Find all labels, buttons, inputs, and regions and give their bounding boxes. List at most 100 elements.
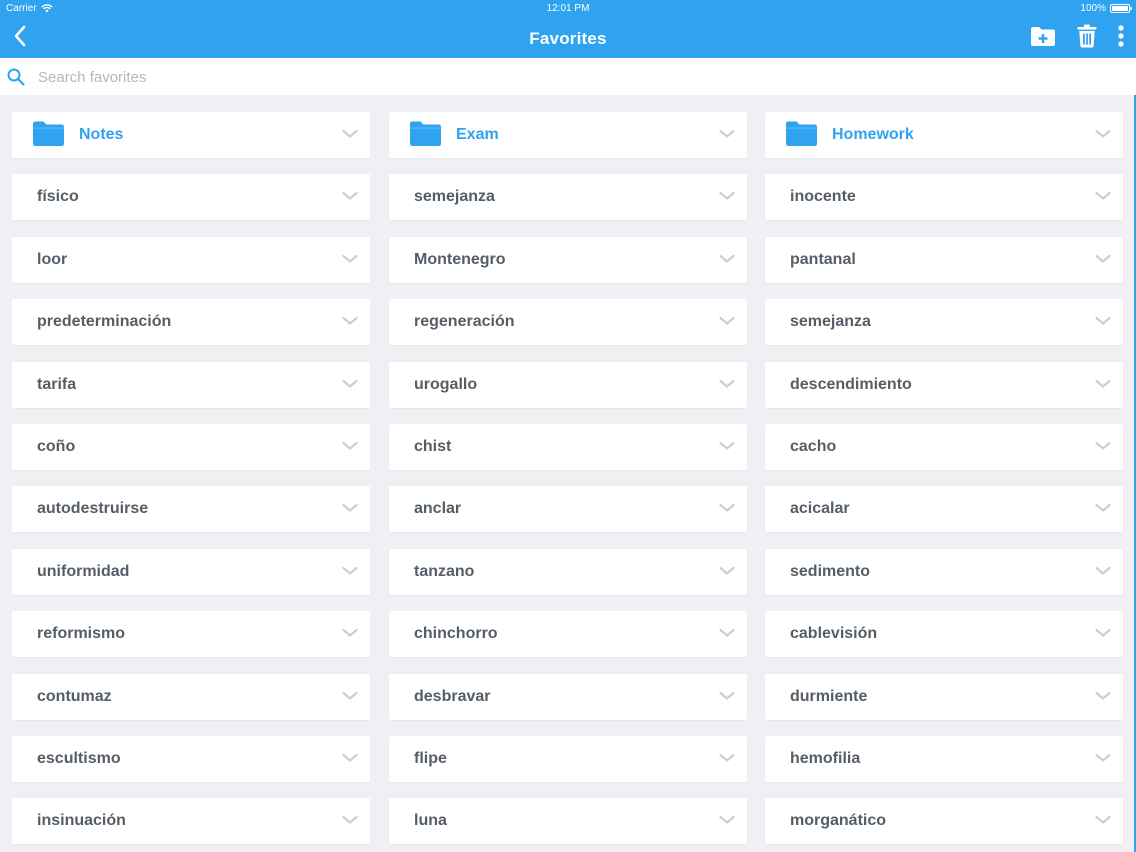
page-title: Favorites	[529, 29, 607, 48]
word-label: descendimiento	[790, 376, 912, 393]
word-label: anclar	[414, 500, 462, 517]
word-label: morganático	[790, 812, 887, 829]
chevron-down-icon	[1095, 566, 1111, 575]
word-card[interactable]: desbravar	[389, 674, 747, 720]
chevron-down-icon	[1095, 503, 1111, 512]
chevron-down-icon	[719, 566, 735, 575]
chevron-down-icon	[719, 753, 735, 762]
word-label: flipe	[414, 750, 447, 767]
word-card[interactable]: cablevisión	[765, 611, 1123, 657]
word-card[interactable]: tanzano	[389, 549, 747, 595]
folder-name: Notes	[79, 126, 124, 143]
chevron-down-icon	[719, 691, 735, 700]
word-label: reformismo	[37, 625, 126, 642]
more-options-button[interactable]	[1112, 22, 1130, 50]
chevron-down-icon	[719, 316, 735, 325]
word-card[interactable]: escultismo	[12, 736, 370, 782]
word-card[interactable]: insinuación	[12, 798, 370, 844]
chevron-down-icon	[719, 254, 735, 263]
word-card[interactable]: semejanza	[389, 174, 747, 220]
chevron-down-icon	[342, 815, 358, 824]
word-card[interactable]: físico	[12, 174, 370, 220]
chevron-down-icon	[1095, 815, 1111, 824]
chevron-down-icon	[1095, 379, 1111, 388]
chevron-down-icon	[342, 691, 358, 700]
folder-card[interactable]: Homework	[765, 112, 1123, 158]
word-card[interactable]: semejanza	[765, 299, 1123, 345]
word-label: inocente	[790, 188, 856, 205]
folder-icon	[786, 121, 817, 146]
word-card[interactable]: autodestruirse	[12, 486, 370, 532]
word-label: urogallo	[414, 376, 478, 393]
word-label: chinchorro	[414, 625, 498, 642]
word-card[interactable]: chinchorro	[389, 611, 747, 657]
chevron-down-icon	[342, 566, 358, 575]
word-label: semejanza	[790, 313, 871, 330]
search-icon	[7, 68, 25, 86]
word-label: luna	[414, 812, 447, 829]
chevron-down-icon	[1095, 129, 1111, 138]
delete-button[interactable]	[1074, 22, 1100, 50]
favorites-grid: Notes físico loor predeterminación tarifa coñ…	[0, 95, 1136, 852]
word-card[interactable]: inocente	[765, 174, 1123, 220]
word-card[interactable]: morganático	[765, 798, 1123, 844]
word-card[interactable]: cacho	[765, 424, 1123, 470]
folder-card[interactable]: Notes	[12, 112, 370, 158]
word-card[interactable]: contumaz	[12, 674, 370, 720]
chevron-down-icon	[342, 379, 358, 388]
trash-icon	[1077, 24, 1097, 48]
word-card[interactable]: sedimento	[765, 549, 1123, 595]
add-folder-button[interactable]	[1029, 22, 1057, 50]
word-label: desbravar	[414, 688, 491, 705]
search-bar	[0, 58, 1136, 95]
chevron-down-icon	[1095, 753, 1111, 762]
battery-status: 100%	[1080, 3, 1132, 14]
chevron-down-icon	[719, 129, 735, 138]
chevron-down-icon	[1095, 254, 1111, 263]
word-label: semejanza	[414, 188, 495, 205]
word-label: predeterminación	[37, 313, 172, 330]
chevron-down-icon	[342, 503, 358, 512]
status-time: 12:01 PM	[546, 3, 590, 14]
word-card[interactable]: reformismo	[12, 611, 370, 657]
word-label: contumaz	[37, 688, 112, 705]
word-label: acicalar	[790, 500, 850, 517]
word-card[interactable]: acicalar	[765, 486, 1123, 532]
word-card[interactable]: luna	[389, 798, 747, 844]
word-card[interactable]: uniformidad	[12, 549, 370, 595]
word-label: coño	[37, 438, 76, 455]
folder-card[interactable]: Exam	[389, 112, 747, 158]
navigation-bar: Carrier 12:01 PM 100% Favorites	[0, 0, 1136, 58]
chevron-down-icon	[1095, 691, 1111, 700]
chevron-down-icon	[342, 753, 358, 762]
word-card[interactable]: Montenegro	[389, 237, 747, 283]
word-label: regeneración	[414, 313, 515, 330]
chevron-down-icon	[342, 191, 358, 200]
word-card[interactable]: tarifa	[12, 362, 370, 408]
word-label: loor	[37, 251, 68, 268]
battery-percent: 100%	[1080, 3, 1106, 14]
word-card[interactable]: coño	[12, 424, 370, 470]
word-card[interactable]: durmiente	[765, 674, 1123, 720]
word-card[interactable]: hemofilia	[765, 736, 1123, 782]
chevron-down-icon	[719, 379, 735, 388]
word-card[interactable]: chist	[389, 424, 747, 470]
word-label: escultismo	[37, 750, 121, 767]
back-button[interactable]	[8, 22, 32, 50]
word-card[interactable]: descendimiento	[765, 362, 1123, 408]
word-card[interactable]: loor	[12, 237, 370, 283]
folder-icon	[33, 121, 64, 146]
word-card[interactable]: flipe	[389, 736, 747, 782]
word-card[interactable]: urogallo	[389, 362, 747, 408]
chevron-down-icon	[1095, 316, 1111, 325]
folder-name: Exam	[456, 126, 499, 143]
word-card[interactable]: regeneración	[389, 299, 747, 345]
word-card[interactable]: predeterminación	[12, 299, 370, 345]
word-label: cacho	[790, 438, 837, 455]
chevron-down-icon	[342, 628, 358, 637]
folder-name: Homework	[832, 126, 914, 143]
search-input[interactable]	[38, 64, 938, 90]
battery-icon	[1110, 4, 1132, 13]
word-card[interactable]: pantanal	[765, 237, 1123, 283]
word-card[interactable]: anclar	[389, 486, 747, 532]
